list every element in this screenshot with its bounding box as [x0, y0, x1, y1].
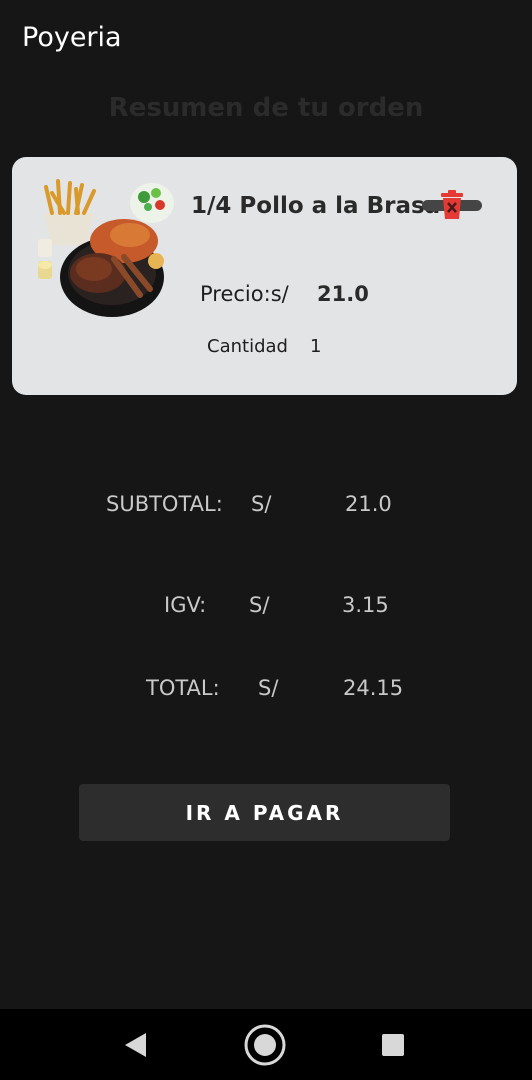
igv-label: IGV:	[164, 593, 207, 617]
app-title: Poyeria	[22, 22, 122, 53]
igv-value: 3.15	[342, 593, 389, 617]
igv-currency: S/	[249, 593, 270, 617]
trash-icon[interactable]	[440, 190, 464, 220]
order-item-card: 1/4 Pollo a la Brasa Precio:s/ 21.0 Cant…	[12, 157, 517, 395]
food-image	[38, 179, 174, 317]
price-label: Precio:s/	[200, 282, 289, 306]
subtotal-label: SUBTOTAL:	[106, 492, 223, 516]
total-label: TOTAL:	[146, 676, 220, 700]
system-navigation-bar	[0, 1009, 532, 1080]
recents-square-icon[interactable]	[381, 1033, 405, 1057]
screen-title: Resumen de tu orden	[108, 93, 424, 123]
subtotal-currency: S/	[251, 492, 272, 516]
home-circle-icon[interactable]	[243, 1023, 287, 1067]
total-currency: S/	[258, 676, 279, 700]
price-value: 21.0	[317, 282, 369, 306]
quantity-label: Cantidad	[207, 336, 288, 357]
subtotal-value: 21.0	[345, 492, 392, 516]
total-value: 24.15	[343, 676, 404, 700]
app-screen: Poyeria Resumen de tu orden 1/4 Pollo a …	[0, 0, 532, 1080]
pay-button[interactable]: IR A PAGAR	[79, 784, 450, 841]
product-name: 1/4 Pollo a la Brasa	[191, 193, 441, 219]
back-triangle-icon[interactable]	[122, 1031, 148, 1059]
quantity-value: 1	[310, 336, 322, 357]
